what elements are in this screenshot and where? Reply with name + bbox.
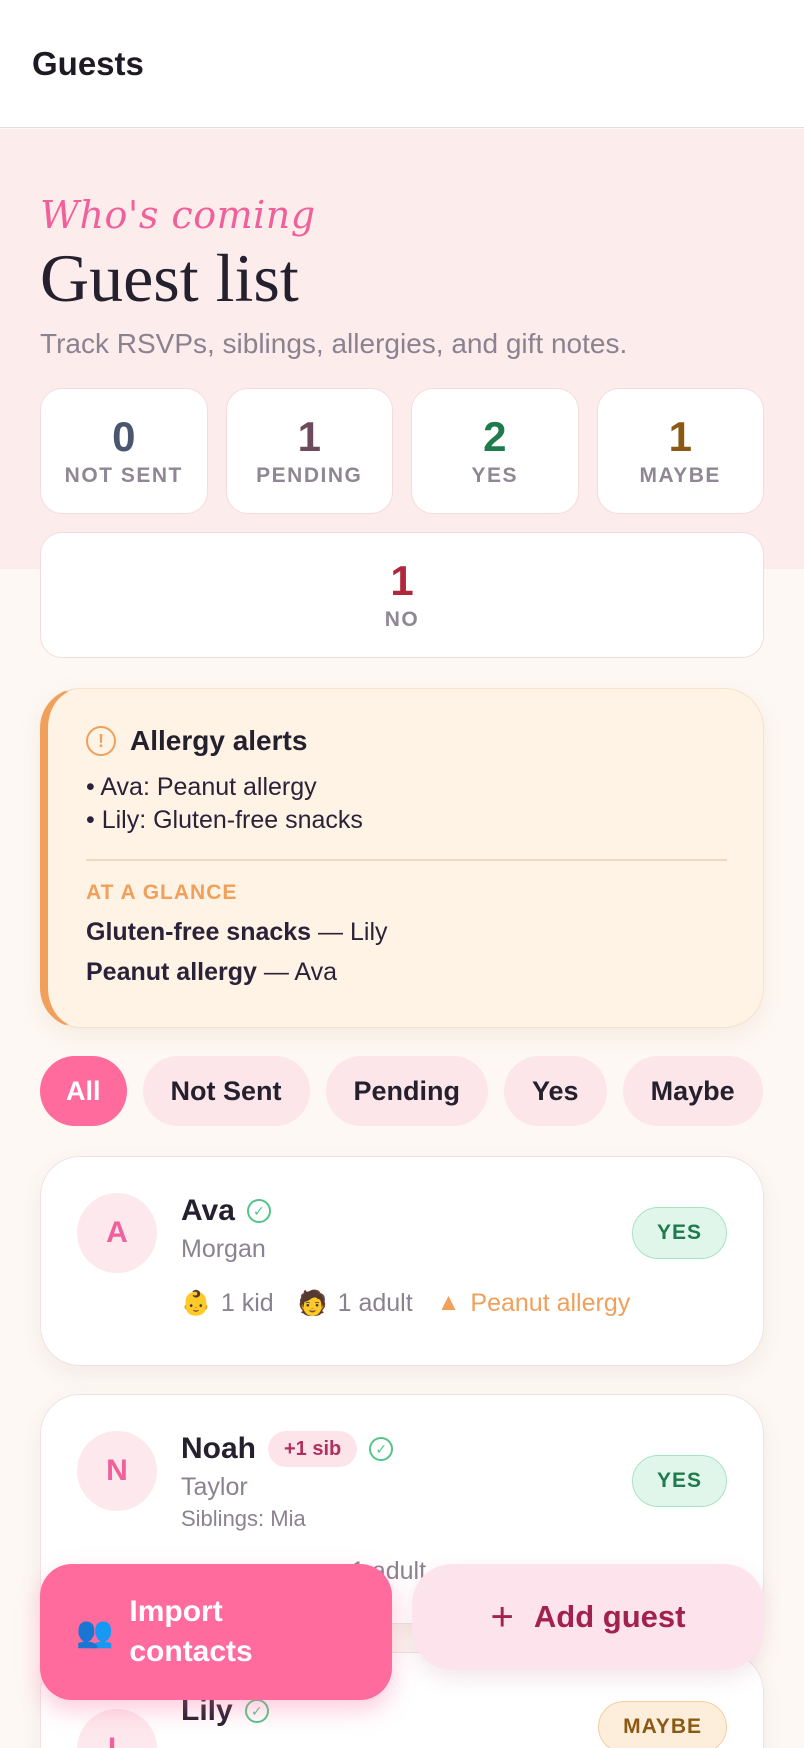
adults-count: 🧑 1 adult [298,1289,413,1318]
guest-first-name: Noah [181,1432,256,1466]
status-badge: MAYBE [598,1701,727,1748]
allergy-alerts-header: ! Allergy alerts [86,725,727,757]
stat-label: PENDING [256,464,363,488]
filter-yes[interactable]: Yes [504,1056,607,1127]
guest-card-ava[interactable]: A YES Ava ✓ Morgan 👶 1 kid 🧑 1 adult ▲ P… [40,1156,764,1367]
check-circle-icon: ✓ [244,1699,269,1724]
stat-value: 0 [112,413,136,461]
stat-value: 1 [390,557,414,605]
top-app-bar: Guests [0,0,804,128]
people-icon: 👥 [76,1615,114,1649]
stat-value: 1 [668,413,692,461]
add-guest-label: Add guest [533,1599,686,1634]
import-contacts-label: Import contacts [129,1595,253,1668]
rsvp-filter-chips: All Not Sent Pending Yes Maybe [40,1056,764,1128]
avatar: A [77,1193,157,1274]
stat-label: MAYBE [639,464,721,488]
stat-value: 1 [297,413,321,461]
allergy-label: Peanut allergy [470,1288,631,1317]
stat-label: NOT SENT [64,464,183,488]
page-kicker: Who's coming [40,193,316,237]
alert-circle-icon: ! [86,726,116,757]
page-title: Guest list [40,240,299,316]
filter-pending[interactable]: Pending [325,1056,489,1127]
check-circle-icon: ✓ [246,1199,271,1224]
check-circle-icon: ✓ [369,1437,394,1462]
kids-count: 👶 1 kid [181,1289,274,1318]
stat-label: YES [471,464,519,488]
stat-maybe[interactable]: 1 MAYBE [596,388,764,515]
filter-not-sent[interactable]: Not Sent [142,1056,310,1127]
glance-item: Gluten-free snacks [86,917,312,946]
status-badge: YES [631,1455,727,1508]
guest-meta: 👶 1 kid 🧑 1 adult ▲ Peanut allergy [181,1286,727,1320]
main-content: Who's coming Guest list Track RSVPs, sib… [40,129,764,1748]
stat-label: NO [384,608,420,632]
guest-first-name: Ava [181,1194,235,1228]
filter-all[interactable]: All [40,1056,127,1127]
stat-value: 2 [483,413,507,461]
stat-not-sent[interactable]: 0 NOT SENT [40,388,208,515]
glance-row: Peanut allergy — Ava [86,959,727,985]
avatar: N [77,1431,157,1512]
glance-who: — Lily [311,917,388,946]
child-icon: 👶 [181,1289,211,1317]
status-badge: YES [631,1207,727,1260]
page-subtitle: Track RSVPs, siblings, allergies, and gi… [40,328,628,360]
rsvp-stats: 0 NOT SENT 1 PENDING 2 YES 1 MAYBE [40,388,764,515]
glance-item: Peanut allergy [86,957,257,986]
add-guest-button[interactable]: + Add guest [412,1564,764,1670]
filter-maybe[interactable]: Maybe [622,1056,763,1127]
glance-row: Gluten-free snacks — Lily [86,919,727,945]
divider [86,859,727,861]
import-contacts-button[interactable]: 👥 Import contacts [40,1564,392,1700]
sibling-badge: +1 sib [268,1431,358,1468]
stat-no[interactable]: 1 NO [40,532,764,659]
allergy-alerts-title: Allergy alerts [130,725,308,757]
allergy-alerts-card: ! Allergy alerts • Ava: Peanut allergy •… [40,688,764,1029]
adult-icon: 🧑 [297,1289,328,1317]
allergy-item: • Ava: Peanut allergy [86,773,317,802]
plus-icon: + [490,1594,514,1639]
allergy-tag: ▲ Peanut allergy [437,1289,631,1318]
warning-icon: ▲ [436,1289,461,1317]
app-bar-title: Guests [32,44,144,82]
glance-who: — Ava [256,957,338,986]
guest-siblings: Siblings: Mia [181,1506,306,1532]
allergy-list: • Ava: Peanut allergy • Lily: Gluten-fre… [86,771,727,837]
stat-pending[interactable]: 1 PENDING [225,388,393,515]
stat-yes[interactable]: 2 YES [411,388,579,515]
avatar: L [77,1709,157,1748]
adults-label: 1 adult [337,1288,413,1317]
allergy-item: • Lily: Gluten-free snacks [86,806,363,835]
kids-label: 1 kid [220,1288,274,1317]
at-a-glance-label: AT A GLANCE [86,880,238,904]
